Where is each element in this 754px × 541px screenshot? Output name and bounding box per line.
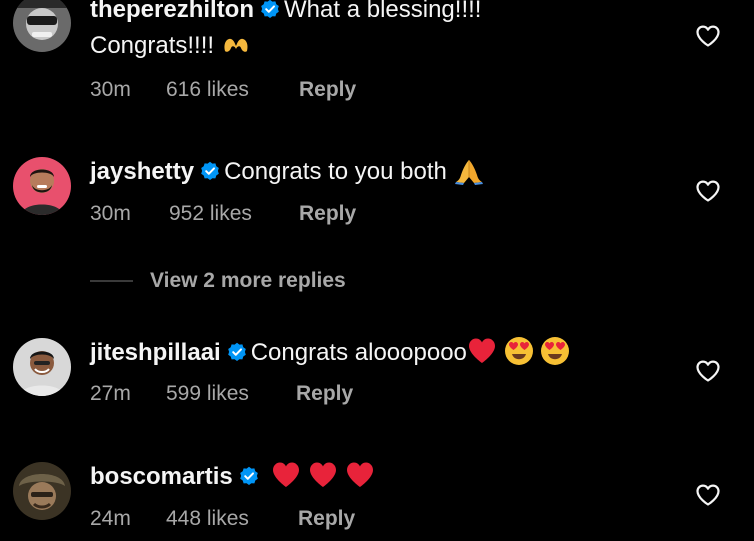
- comment-meta: 27m 599 likes Reply: [90, 381, 353, 407]
- comment-meta: 30m 616 likes Reply: [90, 77, 356, 103]
- like-comment-button[interactable]: [695, 483, 721, 507]
- verified-badge-icon: [260, 0, 280, 19]
- avatar-jayshetty[interactable]: [13, 157, 71, 215]
- comment-meta: 24m 448 likes Reply: [90, 506, 355, 532]
- comment-username[interactable]: theperezhilton: [90, 0, 254, 23]
- comment-likes-count[interactable]: 616 likes: [166, 77, 299, 103]
- reply-button[interactable]: Reply: [299, 77, 356, 103]
- comment-time: 24m: [90, 507, 131, 530]
- comment-time: 30m: [90, 202, 131, 225]
- reply-button[interactable]: Reply: [299, 201, 356, 227]
- heart-outline-icon: [696, 484, 720, 506]
- verified-badge-icon: [239, 466, 259, 486]
- comment-likes-count[interactable]: 952 likes: [169, 201, 299, 227]
- comment-username[interactable]: boscomartis: [90, 463, 233, 490]
- red-heart-emoji-icon: [308, 460, 338, 490]
- avatar-theperezhilton[interactable]: [13, 0, 71, 52]
- red-heart-emoji-icon: [271, 460, 301, 490]
- red-heart-emoji-icon: [345, 460, 375, 490]
- heart-outline-icon: [696, 360, 720, 382]
- comment-text-continued: Congrats!!!!: [90, 32, 215, 59]
- comment-time: 30m: [90, 78, 131, 101]
- comment-username[interactable]: jiteshpillaai: [90, 339, 221, 366]
- verified-badge-icon: [200, 161, 220, 181]
- comment-username[interactable]: jayshetty: [90, 158, 194, 185]
- heart-outline-icon: [696, 180, 720, 202]
- view-more-replies-label: View 2 more replies: [150, 269, 346, 292]
- comment-time: 27m: [90, 382, 131, 405]
- replies-divider: [90, 280, 133, 282]
- comment-text: Congrats to you both: [224, 158, 447, 185]
- heart-outline-icon: [696, 25, 720, 47]
- like-comment-button[interactable]: [695, 24, 721, 48]
- like-comment-button[interactable]: [695, 359, 721, 383]
- heart-eyes-emoji-icon: [504, 336, 534, 366]
- like-comment-button[interactable]: [695, 179, 721, 203]
- avatar-boscomartis[interactable]: [13, 462, 71, 520]
- heart-hands-emoji-icon: [221, 31, 249, 59]
- comment-text: Congrats alooopooo: [250, 339, 467, 366]
- heart-eyes-emoji-icon: [540, 336, 570, 366]
- verified-badge-icon: [227, 342, 247, 362]
- reply-button[interactable]: Reply: [298, 506, 355, 532]
- red-heart-emoji-icon: [467, 336, 497, 366]
- comment-text: What a blessing!!!!: [284, 0, 482, 23]
- comment-likes-count[interactable]: 599 likes: [166, 381, 296, 407]
- comment-meta: 30m 952 likes Reply: [90, 201, 356, 227]
- folded-hands-emoji-icon: [454, 155, 484, 185]
- view-more-replies-button[interactable]: View 2 more replies: [90, 266, 346, 296]
- avatar-jiteshpillaai[interactable]: [13, 338, 71, 396]
- reply-button[interactable]: Reply: [296, 381, 353, 407]
- comment-likes-count[interactable]: 448 likes: [166, 506, 298, 532]
